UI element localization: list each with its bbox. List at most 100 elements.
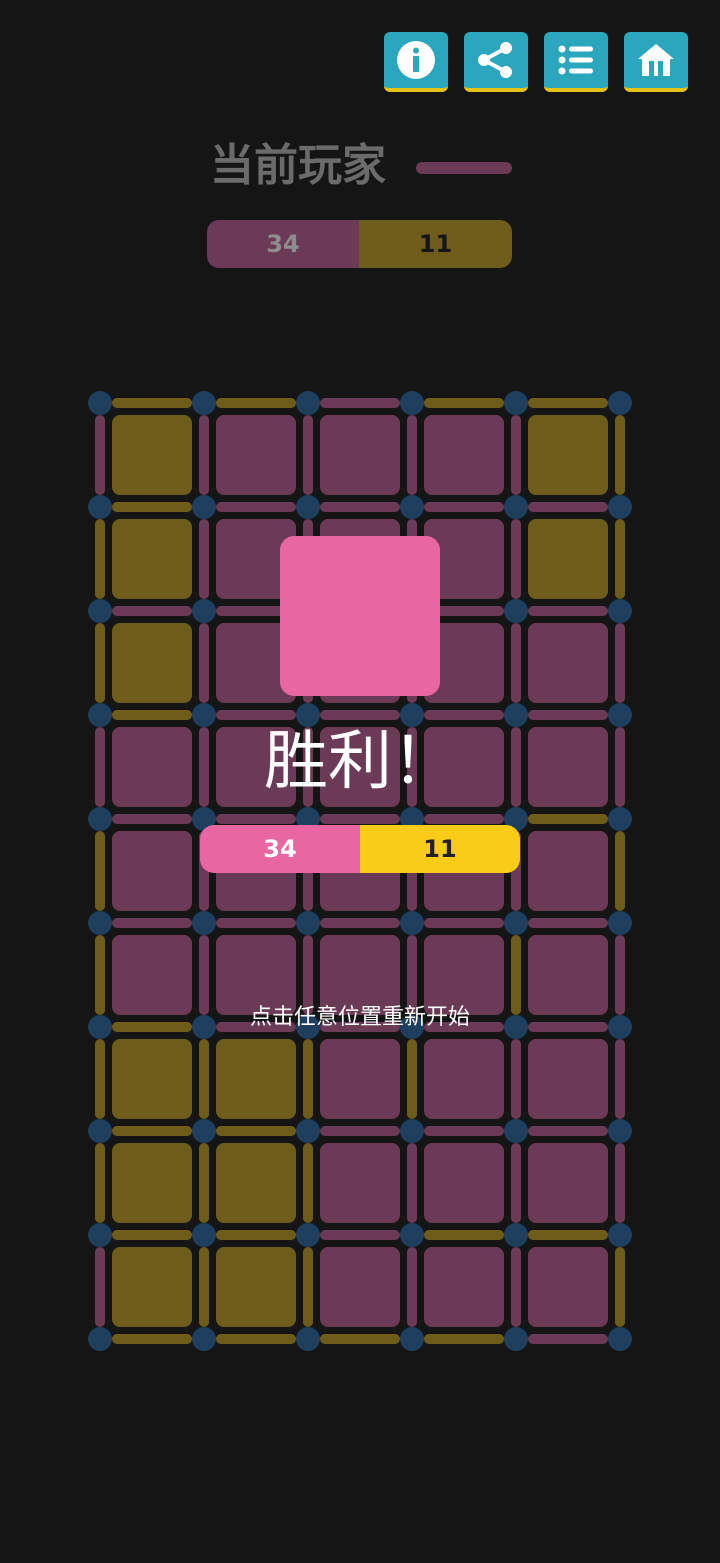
h-edge[interactable] (112, 1126, 192, 1136)
v-edge[interactable] (95, 415, 105, 495)
home-button[interactable] (624, 32, 688, 92)
v-edge[interactable] (511, 1039, 521, 1119)
v-edge[interactable] (407, 1039, 417, 1119)
h-edge[interactable] (112, 398, 192, 408)
grid-dot (400, 911, 424, 935)
box-cell (424, 1039, 504, 1119)
final-scoreboard: 34 11 (200, 825, 520, 873)
h-edge[interactable] (112, 814, 192, 824)
grid-dot (296, 391, 320, 415)
v-edge[interactable] (407, 415, 417, 495)
h-edge[interactable] (112, 1334, 192, 1344)
h-edge[interactable] (424, 710, 504, 720)
v-edge[interactable] (199, 415, 209, 495)
h-edge[interactable] (320, 814, 400, 824)
v-edge[interactable] (407, 1143, 417, 1223)
h-edge[interactable] (528, 606, 608, 616)
box-cell (320, 1247, 400, 1327)
player2-score: 11 (359, 220, 512, 268)
v-edge[interactable] (95, 623, 105, 703)
restart-hint[interactable]: 点击任意位置重新开始 (0, 1002, 720, 1034)
h-edge[interactable] (112, 502, 192, 512)
v-edge[interactable] (95, 1143, 105, 1223)
h-edge[interactable] (424, 1230, 504, 1240)
grid-dot (608, 599, 632, 623)
v-edge[interactable] (615, 519, 625, 599)
v-edge[interactable] (511, 623, 521, 703)
v-edge[interactable] (199, 623, 209, 703)
h-edge[interactable] (528, 710, 608, 720)
info-button[interactable] (384, 32, 448, 92)
h-edge[interactable] (216, 918, 296, 928)
h-edge[interactable] (112, 710, 192, 720)
h-edge[interactable] (112, 1230, 192, 1240)
v-edge[interactable] (511, 1247, 521, 1327)
h-edge[interactable] (112, 918, 192, 928)
v-edge[interactable] (615, 1143, 625, 1223)
h-edge[interactable] (424, 398, 504, 408)
h-edge[interactable] (216, 1334, 296, 1344)
h-edge[interactable] (528, 1230, 608, 1240)
h-edge[interactable] (320, 1334, 400, 1344)
h-edge[interactable] (112, 606, 192, 616)
v-edge[interactable] (199, 1039, 209, 1119)
h-edge[interactable] (528, 1334, 608, 1344)
v-edge[interactable] (615, 415, 625, 495)
h-edge[interactable] (424, 502, 504, 512)
v-edge[interactable] (199, 1247, 209, 1327)
box-cell (528, 519, 608, 599)
h-edge[interactable] (528, 814, 608, 824)
grid-dot (608, 807, 632, 831)
v-edge[interactable] (303, 1143, 313, 1223)
v-edge[interactable] (511, 1143, 521, 1223)
v-edge[interactable] (303, 1247, 313, 1327)
v-edge[interactable] (615, 623, 625, 703)
list-button[interactable] (544, 32, 608, 92)
v-edge[interactable] (95, 831, 105, 911)
h-edge[interactable] (216, 1126, 296, 1136)
final-player1-score: 34 (200, 825, 360, 873)
h-edge[interactable] (528, 918, 608, 928)
h-edge[interactable] (424, 918, 504, 928)
v-edge[interactable] (615, 831, 625, 911)
v-edge[interactable] (199, 519, 209, 599)
share-button[interactable] (464, 32, 528, 92)
v-edge[interactable] (95, 519, 105, 599)
victory-title: 胜利！ (264, 725, 456, 799)
h-edge[interactable] (424, 1334, 504, 1344)
h-edge[interactable] (320, 918, 400, 928)
v-edge[interactable] (615, 1039, 625, 1119)
h-edge[interactable] (216, 398, 296, 408)
h-edge[interactable] (528, 502, 608, 512)
h-edge[interactable] (216, 1230, 296, 1240)
v-edge[interactable] (199, 1143, 209, 1223)
h-edge[interactable] (320, 710, 400, 720)
v-edge[interactable] (615, 1247, 625, 1327)
v-edge[interactable] (511, 519, 521, 599)
h-edge[interactable] (320, 1126, 400, 1136)
h-edge[interactable] (528, 1126, 608, 1136)
grid-dot (88, 807, 112, 831)
h-edge[interactable] (320, 1230, 400, 1240)
h-edge[interactable] (320, 398, 400, 408)
h-edge[interactable] (216, 814, 296, 824)
v-edge[interactable] (303, 415, 313, 495)
h-edge[interactable] (424, 814, 504, 824)
grid-dot (504, 1327, 528, 1351)
h-edge[interactable] (528, 398, 608, 408)
h-edge[interactable] (216, 710, 296, 720)
v-edge[interactable] (511, 415, 521, 495)
v-edge[interactable] (95, 1247, 105, 1327)
grid-dot (400, 1223, 424, 1247)
h-edge[interactable] (424, 1126, 504, 1136)
h-edge[interactable] (320, 502, 400, 512)
v-edge[interactable] (407, 1247, 417, 1327)
grid-dot (192, 1327, 216, 1351)
v-edge[interactable] (303, 1039, 313, 1119)
h-edge[interactable] (216, 502, 296, 512)
grid-dot (192, 911, 216, 935)
box-cell (112, 1143, 192, 1223)
v-edge[interactable] (95, 1039, 105, 1119)
box-cell (216, 1247, 296, 1327)
grid-dot (504, 1223, 528, 1247)
